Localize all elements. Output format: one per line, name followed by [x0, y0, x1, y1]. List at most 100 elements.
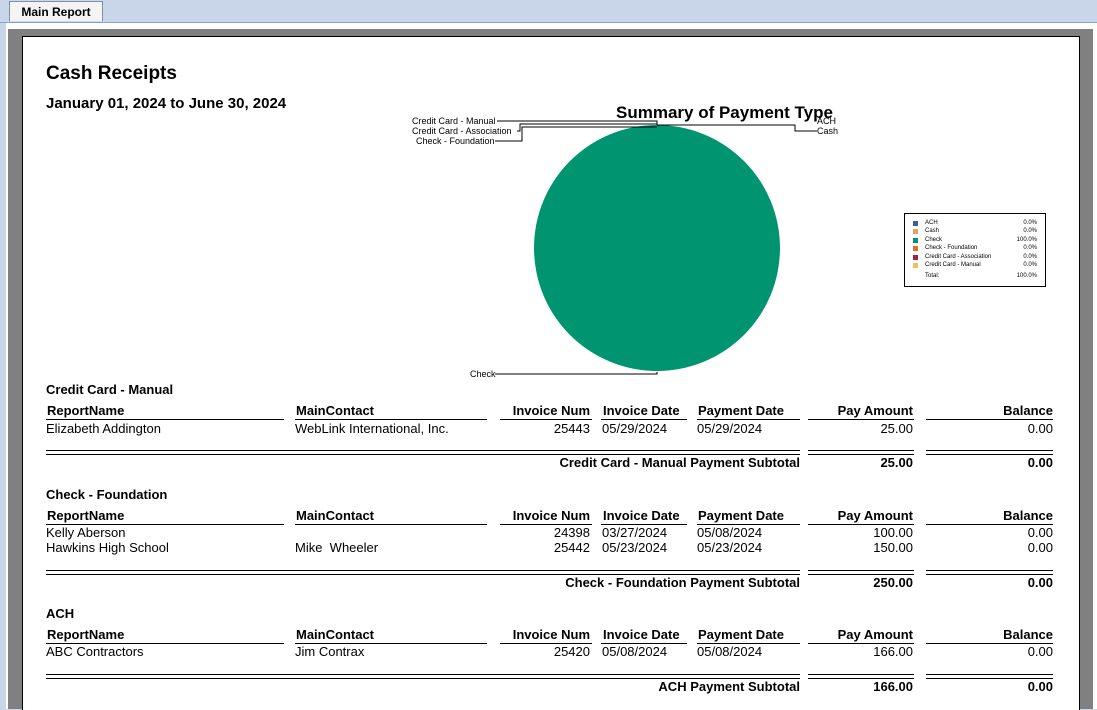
- legend-label: Check - Foundation: [925, 245, 978, 251]
- col-header-payment-date: Payment Date: [698, 508, 784, 523]
- section-title: Credit Card - Manual: [46, 382, 174, 397]
- col-header-report-name: ReportName: [47, 403, 125, 418]
- col-header-main-contact: MainContact: [296, 627, 374, 642]
- legend-swatch: [913, 238, 918, 243]
- subtotal-balance: 0.00: [1027, 455, 1053, 470]
- tab-main-report[interactable]: Main Report: [9, 1, 103, 21]
- tab-bar: Main Report: [0, 0, 1097, 23]
- callout-check-foundation: Check - Foundation: [416, 136, 495, 146]
- cell-balance: 0.00: [1027, 644, 1053, 659]
- col-header-payment-date: Payment Date: [698, 403, 784, 418]
- col-header-invoice-date: Invoice Date: [603, 403, 680, 418]
- cell-balance: 0.00: [1027, 525, 1053, 540]
- cell-payment-date: 05/08/2024: [697, 525, 763, 540]
- col-header-invoice-date: Invoice Date: [603, 508, 680, 523]
- subtotal-amount: 25.00: [880, 455, 913, 470]
- header-underline: [500, 419, 592, 420]
- legend-swatch: [913, 263, 918, 268]
- report-date-range: January 01, 2024 to June 30, 2024: [46, 95, 287, 112]
- cell-report-name: Elizabeth Addington: [46, 421, 161, 436]
- callout-ach: ACH: [817, 116, 837, 126]
- cell-invoice-num: 25420: [553, 644, 590, 659]
- col-header-main-contact: MainContact: [296, 508, 374, 523]
- legend-swatch: [913, 246, 918, 251]
- legend-row-ach: ACH 0.0%: [913, 220, 1037, 228]
- legend-label: ACH: [925, 220, 938, 226]
- cell-invoice-num: 25443: [553, 421, 590, 436]
- legend-pct: 0.0%: [1023, 220, 1037, 226]
- legend-label: Cash: [925, 228, 940, 234]
- col-header-pay-amount: Pay Amount: [837, 403, 913, 418]
- legend-pct: 0.0%: [1023, 245, 1037, 251]
- header-underline: [697, 419, 800, 420]
- cell-balance: 0.00: [1027, 421, 1053, 436]
- legend-row-credit-card-association: Credit Card - Association 0.0%: [913, 254, 1037, 262]
- report-title: Cash Receipts: [46, 63, 177, 84]
- legend-row-check-foundation: Check - Foundation 0.0%: [913, 245, 1037, 253]
- cell-main-contact: Jim Contrax: [295, 644, 365, 659]
- legend-row-cash: Cash 0.0%: [913, 228, 1037, 236]
- callout-credit-card-manual: Credit Card - Manual: [412, 116, 496, 126]
- col-header-invoice-num: Invoice Num: [512, 403, 590, 418]
- legend-swatch: [913, 221, 918, 226]
- col-header-payment-date: Payment Date: [698, 627, 784, 642]
- subtotal-amount: 250.00: [873, 575, 913, 590]
- subtotal-balance: 0.00: [1027, 679, 1053, 694]
- callout-cash: Cash: [817, 126, 839, 136]
- legend-pct: 100.0%: [1016, 237, 1037, 243]
- cell-main-contact: Mike Wheeler: [295, 540, 379, 555]
- header-underline: [808, 419, 914, 420]
- callout-check: Check: [470, 369, 496, 379]
- cell-payment-date: 05/23/2024: [697, 540, 763, 555]
- cell-pay-amount: 25.00: [880, 421, 913, 436]
- col-header-balance: Balance: [1003, 508, 1053, 523]
- col-header-invoice-num: Invoice Num: [512, 627, 590, 642]
- col-header-invoice-date: Invoice Date: [603, 627, 680, 642]
- cell-pay-amount: 150.00: [873, 540, 913, 555]
- cell-payment-date: 05/08/2024: [697, 644, 763, 659]
- payment-type-pie-chart: [495, 120, 817, 375]
- col-header-report-name: ReportName: [47, 627, 125, 642]
- subtotal-balance: 0.00: [1027, 575, 1053, 590]
- legend-swatch: [913, 255, 918, 260]
- legend-total-pct: 100.0%: [1016, 273, 1037, 279]
- legend-swatch: [913, 229, 918, 234]
- legend-pct: 0.0%: [1023, 228, 1037, 234]
- cell-pay-amount: 166.00: [873, 644, 913, 659]
- legend-label: Check: [925, 237, 943, 243]
- col-header-main-contact: MainContact: [296, 403, 374, 418]
- header-underline: [601, 419, 687, 420]
- cell-balance: 0.00: [1027, 540, 1053, 555]
- cell-invoice-num: 25442: [553, 540, 590, 555]
- subtotal-amount: 166.00: [873, 679, 913, 694]
- col-header-balance: Balance: [1003, 627, 1053, 642]
- cell-invoice-num: 24398: [553, 525, 590, 540]
- subtotal-label: Credit Card - Manual Payment Subtotal: [559, 455, 800, 470]
- col-header-invoice-num: Invoice Num: [512, 508, 590, 523]
- callout-credit-card-association: Credit Card - Association: [412, 126, 512, 136]
- legend-label: Credit Card - Manual: [925, 262, 981, 268]
- cell-invoice-date: 05/08/2024: [602, 644, 668, 659]
- legend-label: Credit Card - Association: [925, 254, 992, 260]
- section-title: ACH: [46, 606, 75, 621]
- cell-main-contact: WebLink International, Inc.: [295, 421, 449, 436]
- cell-payment-date: 05/29/2024: [697, 421, 763, 436]
- cell-invoice-date: 03/27/2024: [602, 525, 668, 540]
- subtotal-label: Check - Foundation Payment Subtotal: [565, 575, 800, 590]
- legend-row-credit-card-manual: Credit Card - Manual 0.0%: [913, 262, 1037, 270]
- header-underline: [926, 419, 1053, 420]
- header-underline: [295, 524, 487, 525]
- col-header-pay-amount: Pay Amount: [837, 508, 913, 523]
- subtotal-label: ACH Payment Subtotal: [658, 679, 800, 694]
- cell-pay-amount: 100.00: [873, 525, 913, 540]
- chart-legend: ACH 0.0% Cash 0.0% Check 100.0% Check - …: [904, 213, 1046, 287]
- section-title: Check - Foundation: [46, 487, 168, 502]
- legend-row-check: Check 100.0%: [913, 237, 1037, 245]
- pie-slice-check: [534, 125, 780, 371]
- header-underline: [295, 419, 487, 420]
- cell-invoice-date: 05/23/2024: [602, 540, 668, 555]
- cell-report-name: Kelly Aberson: [46, 525, 126, 540]
- legend-row-total: Total: 100.0%: [913, 273, 1037, 281]
- col-header-balance: Balance: [1003, 403, 1053, 418]
- cell-report-name: ABC Contractors: [46, 644, 144, 659]
